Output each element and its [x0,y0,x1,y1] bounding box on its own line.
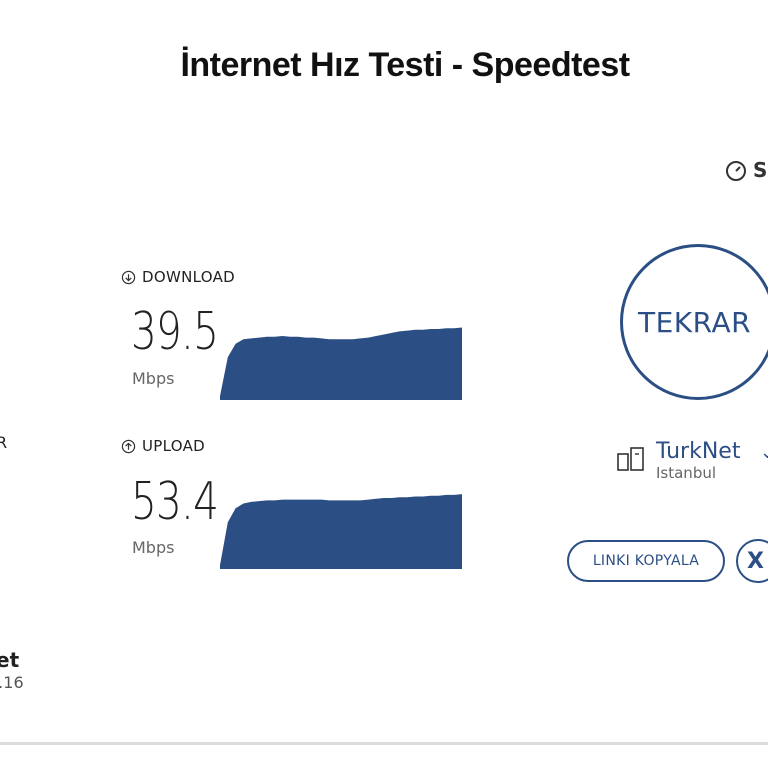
results-link[interactable]: S [725,158,767,182]
retest-button[interactable]: TEKRAR [620,244,768,400]
left-fragment-version: 5.16 [0,673,24,692]
bottom-divider [0,742,768,745]
share-x-button[interactable]: X [736,539,768,583]
copy-link-label: LINKI KOPYALA [592,553,700,569]
upload-label-text: UPLOAD [142,437,206,455]
upload-value: 53.4 [131,472,219,532]
server-selector[interactable]: TurkNet Istanbul [616,439,741,483]
retest-button-label: TEKRAR [638,305,752,339]
download-label-text: DOWNLOAD [142,268,235,286]
download-unit: Mbps [132,369,175,388]
server-icon [617,447,644,471]
download-graph-area [220,327,462,400]
upload-graph [220,494,462,569]
chevron-down-icon[interactable]: ⌄ [760,442,768,463]
upload-graph-area [220,494,462,569]
download-label: DOWNLOAD [121,268,235,286]
isp-name: TurkNet [656,439,741,464]
page-title: İnternet Hız Testi - Speedtest [180,46,630,84]
speedtest-page: İnternet Hız Testi - Speedtest S R et 5.… [0,0,768,768]
server-location: Istanbul [656,464,717,483]
left-fragment-r: R [0,433,8,452]
x-logo-icon: X [747,548,764,574]
speedometer-icon [726,161,746,181]
download-graph [220,327,462,400]
upload-label: UPLOAD [121,437,205,455]
server-info: TurkNet Istanbul [656,439,741,483]
arrow-down-circle-icon [121,270,136,284]
left-fragment-isp: et [0,648,20,672]
results-link-label: S [753,158,768,182]
arrow-up-circle-icon [121,439,136,453]
upload-unit: Mbps [132,538,175,557]
copy-link-button[interactable]: LINKI KOPYALA [567,540,725,582]
download-value: 39.5 [131,302,219,362]
